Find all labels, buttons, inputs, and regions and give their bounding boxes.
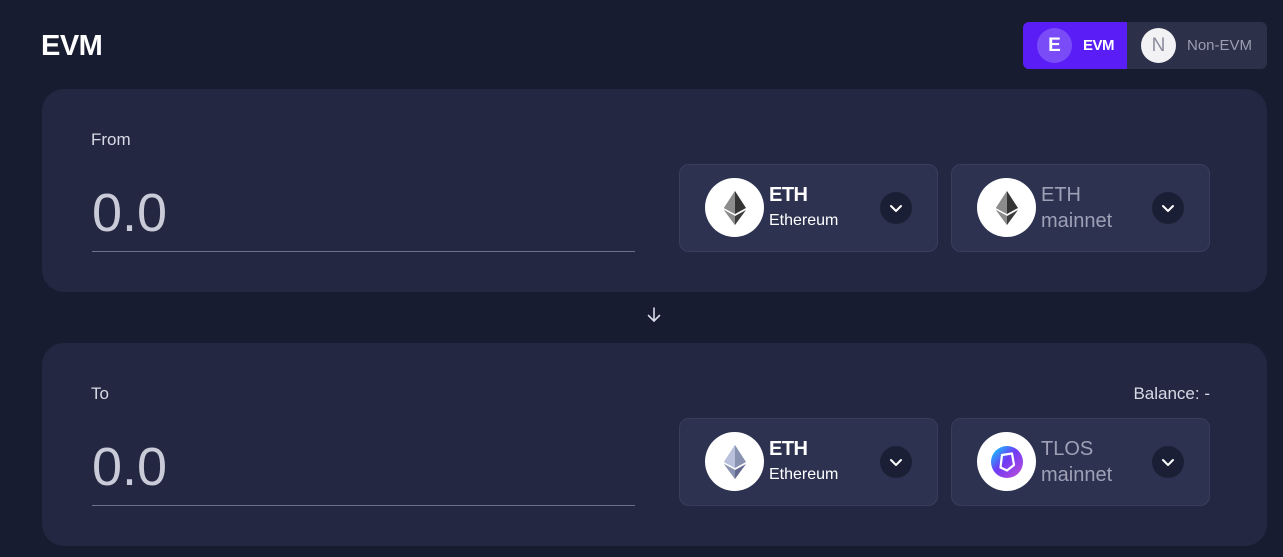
to-label: To	[91, 384, 109, 403]
toggle-evm-label: EVM	[1083, 37, 1115, 54]
ethereum-icon	[705, 178, 764, 237]
chain-type-toggle: E EVM N Non-EVM	[1023, 22, 1267, 69]
from-card: From ETH Ethereum	[42, 89, 1267, 292]
from-network-selector[interactable]: ETH mainnet	[951, 164, 1210, 252]
page-title: EVM	[41, 30, 103, 62]
to-token-symbol: ETH	[769, 438, 808, 460]
from-network-name: ETH	[1041, 184, 1081, 206]
to-network-name: TLOS	[1041, 438, 1094, 460]
balance-text: Balance: -	[1133, 384, 1210, 403]
from-token-symbol: ETH	[769, 184, 808, 206]
from-token-selector[interactable]: ETH Ethereum	[679, 164, 938, 252]
evm-badge: E	[1037, 28, 1072, 63]
from-network-sub: mainnet	[1041, 210, 1113, 232]
to-network-selector[interactable]: TLOS mainnet	[951, 418, 1210, 506]
arrow-down-icon[interactable]	[645, 306, 663, 324]
from-amount-input[interactable]	[92, 175, 635, 252]
toggle-evm-option[interactable]: E EVM	[1023, 22, 1127, 69]
to-amount-input[interactable]	[92, 429, 635, 506]
to-network-sub: mainnet	[1041, 464, 1113, 486]
to-token-name: Ethereum	[769, 466, 839, 483]
chevron-down-icon[interactable]	[1152, 446, 1184, 478]
chevron-down-icon[interactable]	[1152, 192, 1184, 224]
toggle-non-evm-label: Non-EVM	[1187, 37, 1253, 54]
to-card: To Balance: - ETH Ethereum	[42, 343, 1267, 546]
bridge-page: EVM E EVM N Non-EVM From ETH	[0, 0, 1283, 557]
non-evm-badge: N	[1141, 28, 1176, 63]
from-label: From	[91, 130, 131, 149]
chevron-down-icon[interactable]	[880, 446, 912, 478]
to-token-selector[interactable]: ETH Ethereum	[679, 418, 938, 506]
ethereum-icon	[705, 432, 764, 491]
toggle-non-evm-option[interactable]: N Non-EVM	[1127, 22, 1267, 69]
ethereum-icon	[977, 178, 1036, 237]
chevron-down-icon[interactable]	[880, 192, 912, 224]
telos-icon	[977, 432, 1036, 491]
from-token-name: Ethereum	[769, 212, 839, 229]
